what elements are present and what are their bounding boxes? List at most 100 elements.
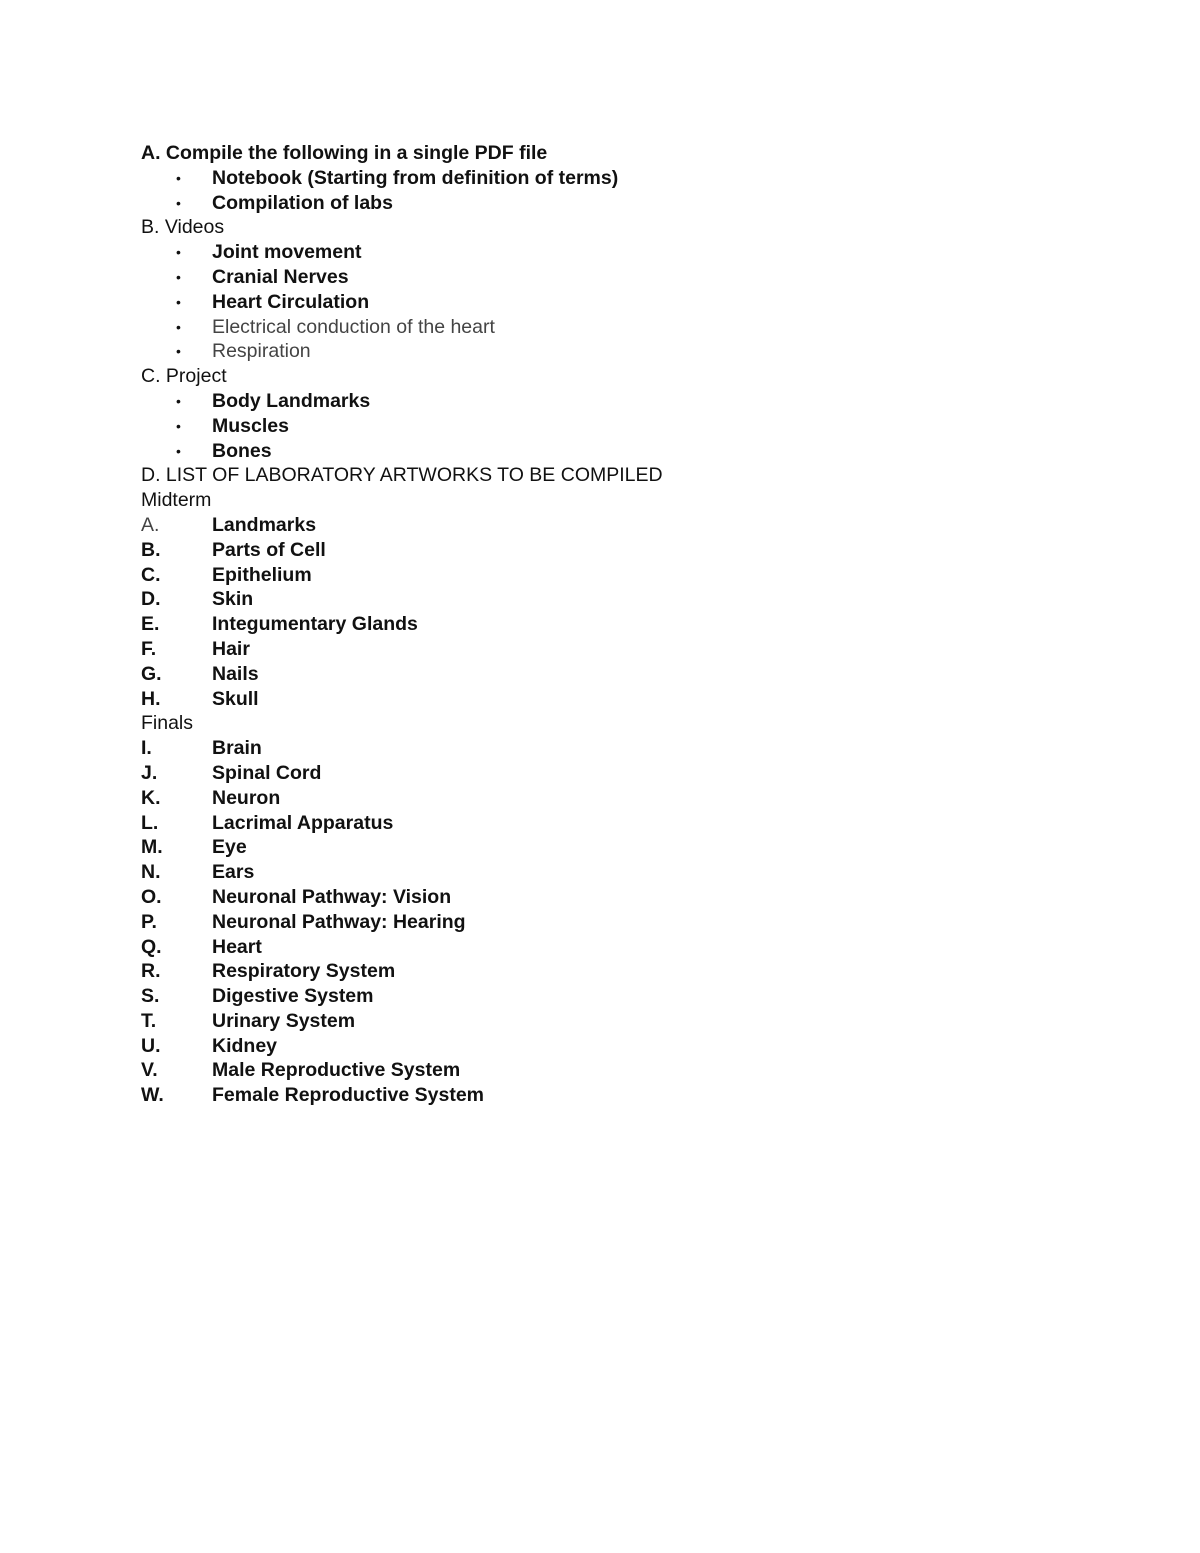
lab-list-item: L. Lacrimal Apparatus [141,811,663,836]
list-item-text: Respiration [212,340,311,363]
list-item-text: Male Reproductive System [212,1059,461,1082]
list-item: • Electrical conduction of the heart [141,315,663,340]
lab-list-item: E. Integumentary Glands [141,612,663,637]
list-item-text: Digestive System [212,985,374,1008]
list-marker: U. [141,1034,161,1057]
bullet-icon: • [176,169,181,186]
bullet-icon: • [176,442,181,459]
list-item-text: Integumentary Glands [212,613,418,636]
list-marker: N. [141,861,161,884]
bullet-icon: • [176,194,181,211]
list-marker: I. [141,737,152,760]
bullet-icon: • [176,417,181,434]
group-label-midterm: Midterm [141,489,212,512]
section-c-title: C. Project [141,365,227,388]
bullet-icon: • [176,392,181,409]
list-marker: T. [141,1009,157,1032]
finals-list: I. Brain J. Spinal Cord K. Neuron L. Lacrimal A… [141,736,663,1108]
list-item-text: Nails [212,662,259,685]
lab-list-item: K. Neuron [141,786,663,811]
list-marker: P. [141,910,157,933]
list-marker: M. [141,836,163,859]
group-label-finals: Finals [141,712,194,735]
section-b-title: B. Videos [141,216,225,239]
list-marker: Q. [141,935,162,958]
lab-list-item: C. Epithelium [141,563,663,588]
list-item-text: Notebook (Starting from definition of te… [212,166,619,189]
list-item-text: Heart Circulation [212,290,370,313]
lab-list-item: I. Brain [141,736,663,761]
list-item-text: Spinal Cord [212,761,322,784]
list-item: • Muscles [141,414,663,439]
list-item: • Heart Circulation [141,290,663,315]
bullet-icon: • [176,268,181,285]
lab-list-item: U. Kidney [141,1034,663,1059]
list-item-text: Kidney [212,1034,278,1057]
list-marker: R. [141,960,161,983]
lab-list-item: M. Eye [141,835,663,860]
lab-list-item: T. Urinary System [141,1009,663,1034]
list-item-text: Ears [212,861,255,884]
list-item: • Cranial Nerves [141,265,663,290]
lab-list-item: P. Neuronal Pathway: Hearing [141,910,663,935]
list-item-text: Brain [212,737,262,760]
list-marker: H. [141,687,161,710]
list-item-text: Muscles [212,414,289,437]
list-item: • Joint movement [141,240,663,265]
list-item-text: Neuronal Pathway: Hearing [212,910,466,933]
lab-list-item: W. Female Reproductive System [141,1083,663,1108]
list-item-text: Cranial Nerves [212,265,349,288]
list-item-text: Bones [212,439,272,462]
list-item-text: Heart [212,935,262,958]
list-marker: J. [141,761,158,784]
list-marker: B. [141,538,161,561]
list-item-text: Female Reproductive System [212,1084,485,1107]
list-item: • Notebook (Starting from definition of t… [141,166,663,191]
lab-list-item: F. Hair [141,637,663,662]
section-d-title: D. LIST OF LABORATORY ARTWORKS TO BE COM… [141,464,663,487]
list-item-text: Neuronal Pathway: Vision [212,885,452,908]
lab-list-item: G. Nails [141,662,663,687]
bullet-icon: • [176,244,181,261]
lab-list-item: H. Skull [141,687,663,712]
lab-list-item: J. Spinal Cord [141,761,663,786]
list-marker: S. [141,985,160,1008]
lab-list-item: V. Male Reproductive System [141,1058,663,1083]
list-item-text: Parts of Cell [212,538,326,561]
list-item-text: Epithelium [212,563,312,586]
lab-list-item: D. Skin [141,587,663,612]
list-item: • Respiration [141,339,663,364]
list-item-text: Electrical conduction of the heart [212,315,495,338]
list-marker: L. [141,811,159,834]
list-item-text: Compilation of labs [212,191,393,214]
midterm-list: A. Landmarks B. Parts of Cell C. Epithelium D.… [141,513,663,711]
list-marker: A. [141,513,160,536]
bullet-icon: • [176,318,181,335]
list-item-text: Body Landmarks [212,389,371,412]
list-item-text: Lacrimal Apparatus [212,811,394,834]
bullet-icon: • [176,343,181,360]
list-marker: G. [141,662,162,685]
list-marker: V. [141,1059,158,1082]
bullet-icon: • [176,293,181,310]
list-item-text: Joint movement [212,241,362,264]
list-item: • Body Landmarks [141,389,663,414]
lab-list-item: R. Respiratory System [141,959,663,984]
document-page: A. Compile the following in a single PDF… [141,141,663,1108]
list-marker: W. [141,1084,164,1107]
lab-list-item: N. Ears [141,860,663,885]
list-item-text: Urinary System [212,1009,356,1032]
lab-list-item: A. Landmarks [141,513,663,538]
list-item: • Compilation of labs [141,191,663,216]
list-item: • Bones [141,439,663,464]
list-marker: K. [141,786,161,809]
list-item-text: Hair [212,637,250,660]
list-item-text: Neuron [212,786,281,809]
list-marker: O. [141,885,162,908]
lab-list-item: B. Parts of Cell [141,538,663,563]
lab-list-item: O. Neuronal Pathway: Vision [141,885,663,910]
list-item-text: Eye [212,836,247,859]
list-item-text: Skin [212,588,254,611]
list-marker: E. [141,613,160,636]
list-item-text: Skull [212,687,259,710]
